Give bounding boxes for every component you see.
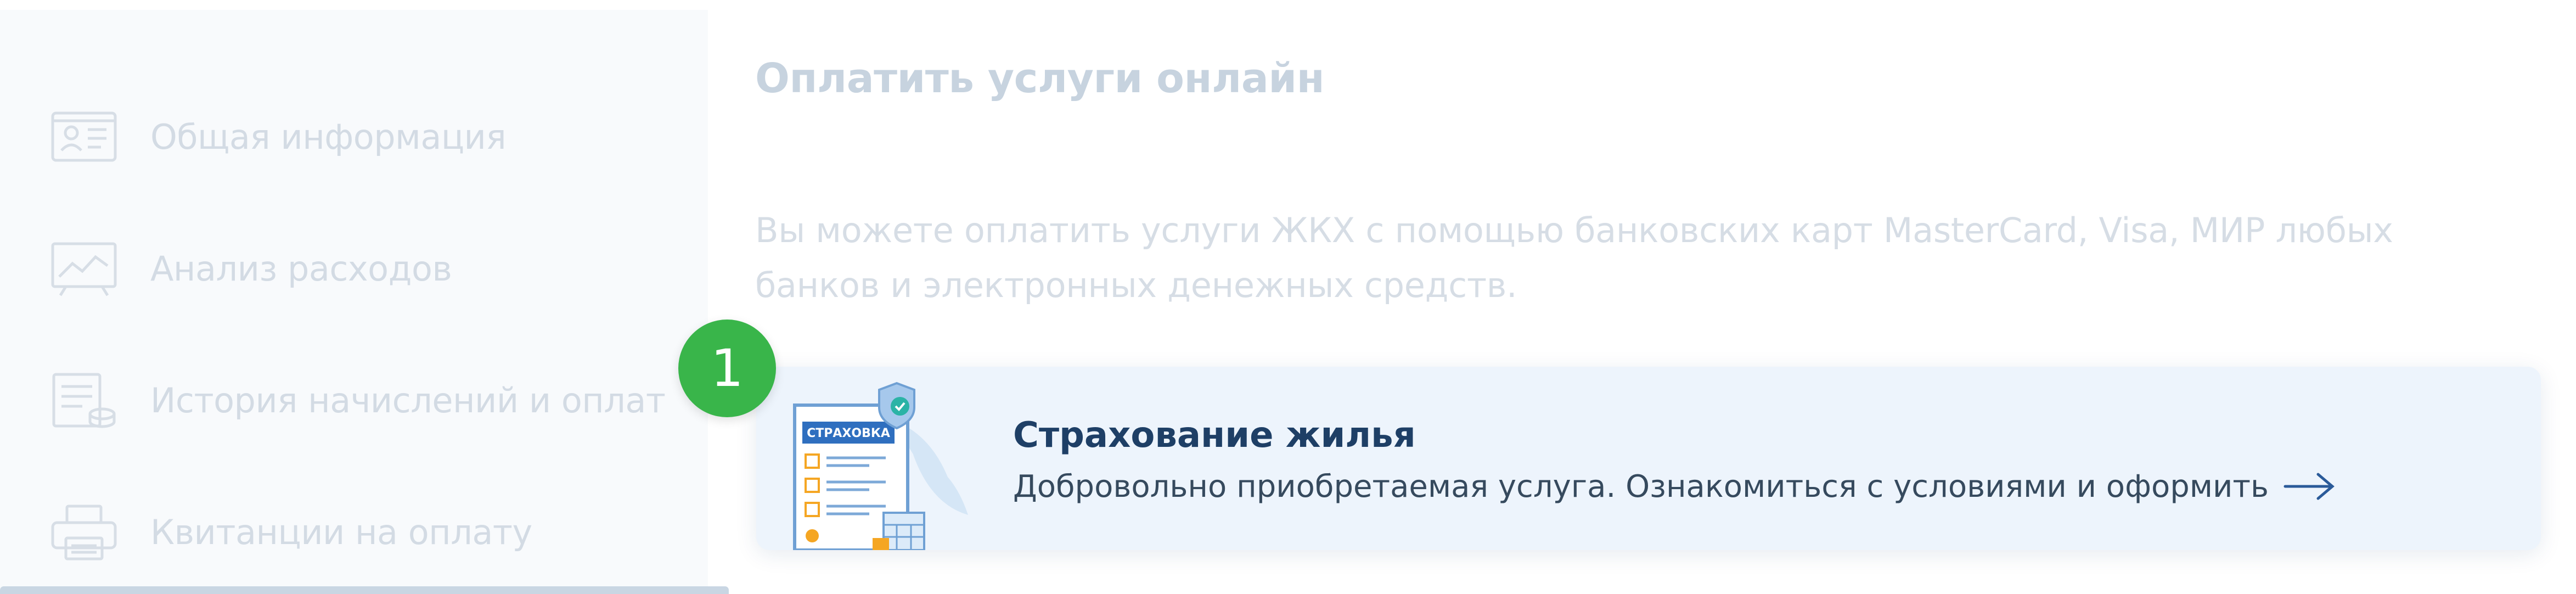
sidebar-item-label: Общая информация xyxy=(150,116,507,157)
sidebar-item-label: Квитанции на оплату xyxy=(150,512,532,552)
sidebar-item-general-info[interactable]: Общая информация xyxy=(49,101,697,172)
page-title: Оплатить услуги онлайн xyxy=(755,55,1325,102)
sidebar: Общая информация Анализ расходов История xyxy=(0,10,708,594)
arrow-right-icon[interactable] xyxy=(2282,470,2337,503)
sidebar-item-label: Анализ расходов xyxy=(150,248,452,289)
promo-title: Страхование жилья xyxy=(1013,415,1416,456)
insurance-illustration: СТРАХОВКА xyxy=(787,378,974,552)
home-insurance-card[interactable]: СТРАХОВКА Страхование жилья Добровольно … xyxy=(756,367,2541,552)
sidebar-active-indicator xyxy=(0,586,729,594)
printer-icon xyxy=(49,502,119,562)
history-icon xyxy=(49,370,119,430)
chart-board-icon xyxy=(49,238,119,299)
step-badge: 1 xyxy=(678,320,776,417)
id-card-icon xyxy=(49,107,119,167)
sidebar-item-receipts[interactable]: Квитанции на оплату xyxy=(49,496,697,568)
sidebar-item-label: История начислений и оплат xyxy=(150,380,666,421)
insurance-label: СТРАХОВКА xyxy=(807,427,890,440)
sidebar-item-expense-analysis[interactable]: Анализ расходов xyxy=(49,233,697,304)
payment-description: Вы можете оплатить услуги ЖКХ с помощью … xyxy=(755,210,2393,305)
sidebar-item-history[interactable]: История начислений и оплат xyxy=(49,365,697,436)
promo-text: Добровольно приобретаемая услуга. Ознако… xyxy=(1013,469,2269,505)
